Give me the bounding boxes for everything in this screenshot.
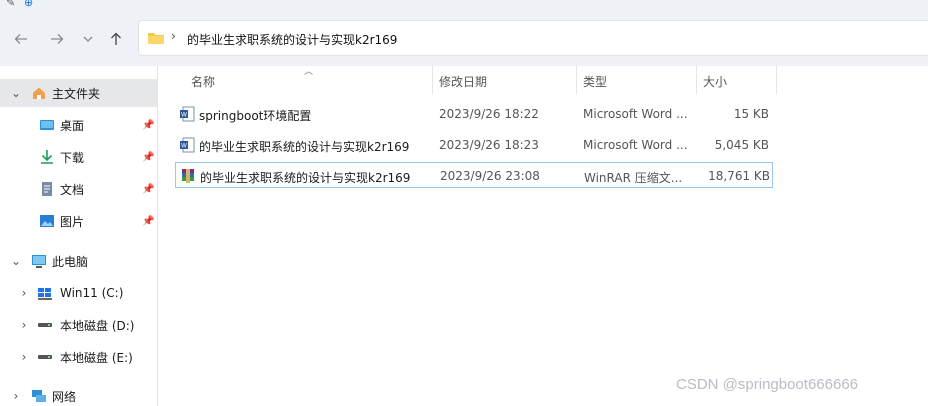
column-divider[interactable] xyxy=(432,66,433,94)
column-header-type[interactable]: 类型 xyxy=(583,73,607,101)
sidebar-item-documents[interactable]: 文档 📌 xyxy=(0,175,157,203)
chevron-right-icon[interactable]: › xyxy=(18,286,30,300)
sidebar-item-desktop[interactable]: 桌面 📌 xyxy=(0,111,157,139)
sidebar-item-downloads[interactable]: 下载 📌 xyxy=(0,143,157,171)
forward-button[interactable] xyxy=(46,28,68,50)
pin-icon: 📌 xyxy=(142,183,155,195)
file-row-selected[interactable]: 的毕业生求职系统的设计与实现k2r169 2023/9/26 23:08 Win… xyxy=(175,162,773,188)
file-type: Microsoft Word ... xyxy=(583,138,688,152)
file-name: 的毕业生求职系统的设计与实现k2r169 xyxy=(200,171,411,185)
word-doc-icon: W xyxy=(180,137,195,153)
edit-icon[interactable]: ✎ xyxy=(6,0,15,9)
path-segment[interactable]: 的毕业生求职系统的设计与实现k2r169 xyxy=(187,31,397,48)
pictures-icon xyxy=(39,213,55,229)
sidebar-item-pictures[interactable]: 图片 📌 xyxy=(0,207,157,235)
column-divider[interactable] xyxy=(576,66,577,94)
svg-text:W: W xyxy=(181,143,187,150)
chevron-right-icon[interactable]: › xyxy=(18,318,30,332)
winrar-archive-icon xyxy=(182,169,194,183)
sidebar-item-label: 本地磁盘 (D:) xyxy=(60,318,135,333)
sidebar-item-network[interactable]: › 网络 xyxy=(0,382,157,406)
sidebar-item-drive-c[interactable]: › Win11 (C:) xyxy=(0,279,157,307)
word-doc-icon: W xyxy=(180,106,195,122)
sidebar-item-drive-e[interactable]: › 本地磁盘 (E:) xyxy=(0,343,157,371)
arrow-up-icon xyxy=(111,32,121,45)
chevron-down-icon[interactable]: ⌄ xyxy=(10,254,22,268)
navigation-pane: ⌄ 主文件夹 桌面 📌 下载 📌 文档 📌 图片 📌 ⌄ 此电脑 › Win11… xyxy=(0,66,158,406)
download-icon xyxy=(39,149,55,165)
sidebar-item-this-pc[interactable]: ⌄ 此电脑 xyxy=(0,247,157,275)
document-icon xyxy=(39,181,55,197)
column-header-date[interactable]: 修改日期 xyxy=(439,73,487,101)
network-icon xyxy=(31,388,47,404)
sidebar-item-label: 图片 xyxy=(60,214,85,229)
back-button[interactable] xyxy=(10,28,32,50)
address-bar[interactable]: › 的毕业生求职系统的设计与实现k2r169 xyxy=(138,20,928,56)
file-date: 2023/9/26 18:22 xyxy=(439,107,539,121)
file-size: 5,045 KB xyxy=(714,138,769,152)
new-item-icon[interactable]: ⊕ xyxy=(24,0,33,9)
file-date: 2023/9/26 23:08 xyxy=(440,169,540,183)
file-row[interactable]: W springboot环境配置 2023/9/26 18:22 Microso… xyxy=(175,101,773,127)
chevron-right-icon[interactable]: › xyxy=(10,389,22,403)
chevron-right-icon[interactable]: › xyxy=(18,350,30,364)
drive-icon xyxy=(37,317,53,333)
column-header-size[interactable]: 大小 xyxy=(703,73,727,101)
column-divider[interactable] xyxy=(776,66,777,94)
sidebar-item-label: 网络 xyxy=(52,389,77,404)
sort-ascending-icon: ︿ xyxy=(304,67,314,77)
desktop-icon xyxy=(39,117,55,133)
home-icon xyxy=(31,85,47,101)
pin-icon: 📌 xyxy=(142,151,155,163)
column-header-name[interactable]: 名称 xyxy=(191,73,215,101)
sidebar-item-label: Win11 (C:) xyxy=(60,286,124,300)
recent-locations-button[interactable] xyxy=(77,28,99,50)
pin-icon: 📌 xyxy=(142,215,155,227)
watermark: CSDN @springboot666666 xyxy=(676,376,858,393)
chevron-down-icon xyxy=(83,36,93,42)
chevron-down-icon[interactable]: ⌄ xyxy=(10,86,22,100)
sidebar-item-label: 主文件夹 xyxy=(52,86,101,101)
computer-icon xyxy=(31,253,47,269)
sidebar-item-label: 下载 xyxy=(60,150,85,165)
drive-icon xyxy=(37,349,53,365)
file-type: Microsoft Word ... xyxy=(583,107,688,121)
file-date: 2023/9/26 18:23 xyxy=(439,138,539,152)
file-name: 的毕业生求职系统的设计与实现k2r169 xyxy=(199,140,410,154)
windows-drive-icon xyxy=(37,285,53,301)
file-name: springboot环境配置 xyxy=(199,109,312,123)
file-row[interactable]: W 的毕业生求职系统的设计与实现k2r169 2023/9/26 18:23 M… xyxy=(175,132,773,158)
sidebar-item-label: 此电脑 xyxy=(52,254,89,269)
arrow-right-icon xyxy=(51,34,64,44)
sidebar-item-label: 本地磁盘 (E:) xyxy=(60,350,133,365)
arrow-left-icon xyxy=(14,34,27,44)
folder-icon xyxy=(148,33,164,44)
tab-strip: ✎ ⊕ xyxy=(0,0,928,10)
file-size: 15 KB xyxy=(733,107,769,121)
sidebar-item-label: 文档 xyxy=(60,182,85,197)
sidebar-item-home[interactable]: ⌄ 主文件夹 xyxy=(0,79,157,107)
path-separator: › xyxy=(171,29,176,43)
pin-icon: 📌 xyxy=(142,119,155,131)
up-button[interactable] xyxy=(105,28,127,50)
navigation-bar: › 的毕业生求职系统的设计与实现k2r169 xyxy=(0,10,928,66)
file-size: 18,761 KB xyxy=(708,169,770,183)
sidebar-item-label: 桌面 xyxy=(60,118,85,133)
svg-text:W: W xyxy=(181,112,187,119)
sidebar-item-drive-d[interactable]: › 本地磁盘 (D:) xyxy=(0,311,157,339)
file-type: WinRAR 压缩文... xyxy=(584,171,683,185)
column-divider[interactable] xyxy=(696,66,697,94)
